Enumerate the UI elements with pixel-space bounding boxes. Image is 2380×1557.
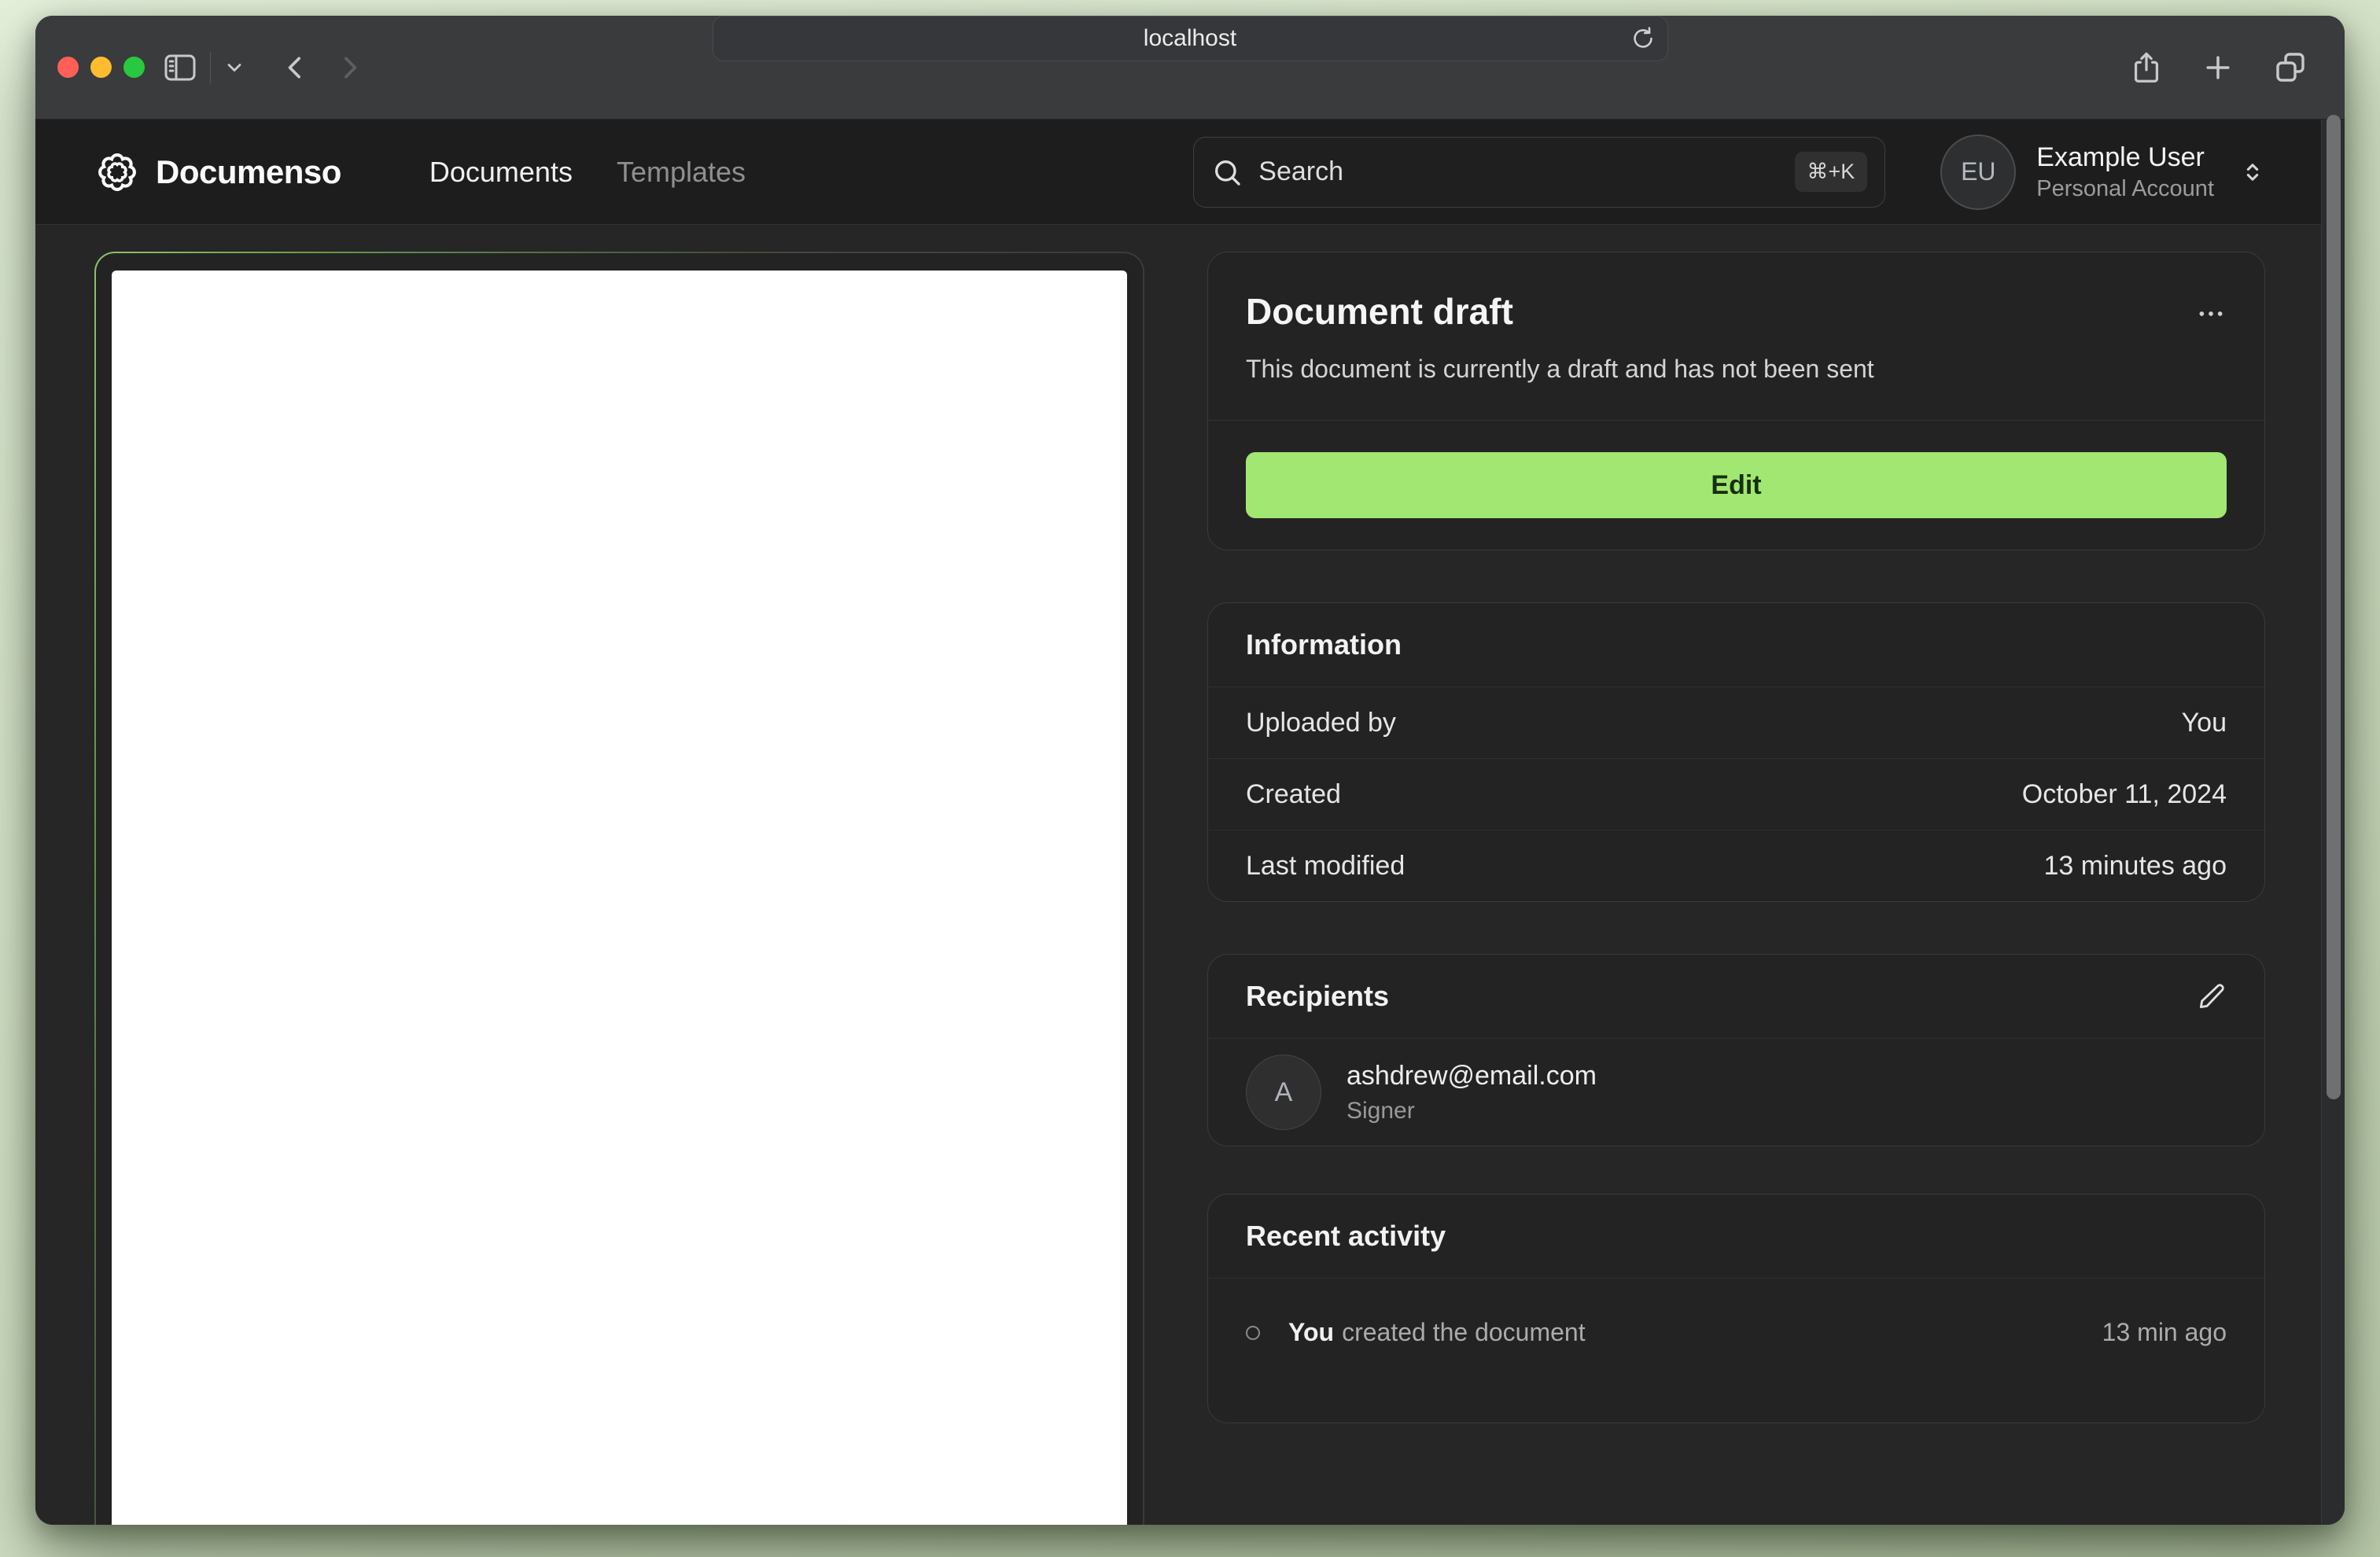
information-card: Information Uploaded by You Created Octo… (1207, 602, 2265, 902)
document-preview-container (96, 253, 1143, 1525)
info-row-last-modified: Last modified 13 minutes ago (1208, 830, 2264, 901)
document-status-card: Document draft This document is currentl… (1207, 252, 2265, 550)
brand-logo[interactable]: Documenso (94, 149, 341, 195)
information-title: Information (1246, 628, 1402, 661)
activity-item: You created the document 13 min ago (1208, 1278, 2264, 1423)
recent-activity-title: Recent activity (1246, 1220, 1446, 1252)
brand-name: Documenso (156, 153, 341, 190)
main-nav: Documents Templates (429, 156, 746, 189)
document-status-subtitle: This document is currently a draft and h… (1246, 355, 1874, 383)
traffic-lights (57, 16, 145, 119)
forward-button[interactable] (333, 52, 365, 83)
info-label: Created (1246, 779, 1341, 809)
info-value: You (2181, 708, 2227, 738)
chevron-up-down-icon (2239, 159, 2266, 186)
search-icon (1211, 156, 1243, 188)
close-button[interactable] (57, 57, 79, 78)
nav-templates[interactable]: Templates (617, 156, 746, 189)
search-placeholder: Search (1258, 156, 1344, 186)
share-icon[interactable] (2128, 50, 2164, 86)
recipients-card: Recipients A ashdrew@email.com Signer (1207, 954, 2265, 1147)
info-row-uploaded-by: Uploaded by You (1208, 686, 2264, 758)
info-value: October 11, 2024 (2021, 779, 2227, 809)
recipients-title: Recipients (1246, 980, 1390, 1012)
recent-activity-card: Recent activity You created the document … (1207, 1194, 2265, 1423)
recipient-email: ashdrew@email.com (1347, 1061, 1597, 1091)
user-name: Example User (2036, 142, 2205, 172)
document-page-preview (112, 271, 1127, 1525)
document-preview-frame (94, 252, 1144, 1525)
edit-recipients-pencil-icon[interactable] (2197, 981, 2227, 1011)
activity-action: created the document (1342, 1318, 1586, 1346)
page-content: Document draft This document is currentl… (35, 225, 2345, 1525)
toolbar-right (2128, 16, 2309, 119)
document-status-title: Document draft (1246, 291, 1513, 332)
recipient-avatar: A (1246, 1055, 1321, 1130)
activity-actor: You (1288, 1318, 1335, 1346)
more-menu-icon[interactable] (2195, 298, 2227, 329)
info-label: Last modified (1246, 851, 1406, 881)
activity-time: 13 min ago (2102, 1318, 2227, 1346)
scrollbar-thumb[interactable] (2327, 115, 2341, 1099)
sidebar-toggle-icon[interactable] (161, 49, 199, 86)
reload-icon[interactable] (1630, 25, 1656, 52)
chevron-down-icon[interactable] (223, 57, 245, 79)
toolbar-left (161, 16, 365, 119)
recipient-initial: A (1274, 1077, 1293, 1107)
info-row-created: Created October 11, 2024 (1208, 758, 2264, 830)
toolbar-separator (210, 51, 211, 83)
recipient-role: Signer (1347, 1098, 1415, 1124)
activity-status-icon (1246, 1325, 1260, 1340)
tab-overview-icon[interactable] (2271, 49, 2309, 86)
info-value: 13 minutes ago (2043, 851, 2227, 881)
documenso-logo-icon (98, 153, 136, 191)
document-sidebar: Document draft This document is currentl… (1207, 252, 2265, 1525)
nav-documents[interactable]: Documents (429, 156, 573, 189)
new-tab-icon[interactable] (2201, 50, 2235, 85)
edit-button[interactable]: Edit (1246, 452, 2227, 518)
address-bar[interactable]: localhost (712, 16, 1668, 61)
recipient-row: A ashdrew@email.com Signer (1208, 1038, 2264, 1146)
app-header: Documenso Documents Templates Search ⌘+K… (35, 120, 2345, 225)
browser-titlebar: localhost (35, 16, 2345, 120)
address-bar-url: localhost (1143, 25, 1237, 51)
minimize-button[interactable] (90, 57, 112, 78)
user-avatar: EU (1940, 134, 2017, 210)
search-input[interactable]: Search ⌘+K (1193, 136, 1886, 208)
search-shortcut-badge: ⌘+K (1794, 152, 1868, 192)
user-account-type: Personal Account (2036, 175, 2214, 201)
back-button[interactable] (280, 52, 311, 83)
user-initials: EU (1961, 157, 1996, 186)
info-label: Uploaded by (1246, 708, 1396, 738)
zoom-button[interactable] (123, 57, 145, 78)
user-menu[interactable]: EU Example User Personal Account (1940, 134, 2266, 210)
browser-window: localhost Documenso Documents Templates … (35, 16, 2345, 1525)
